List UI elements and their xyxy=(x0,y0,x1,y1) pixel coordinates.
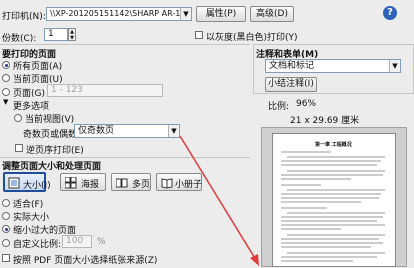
annotation-arrow xyxy=(179,135,259,266)
